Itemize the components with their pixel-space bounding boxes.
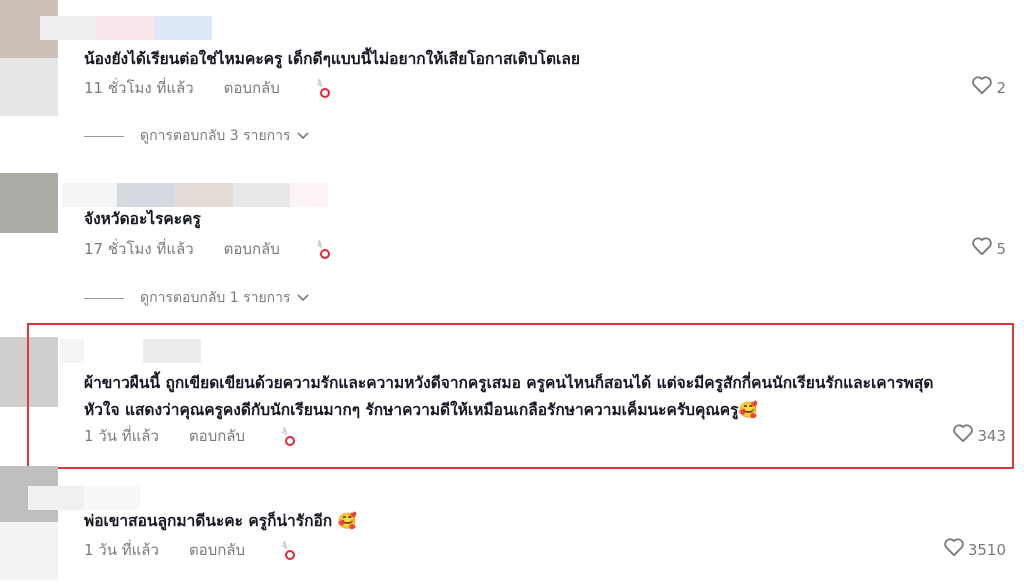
reaction-icon[interactable] <box>314 77 330 99</box>
username-blur <box>290 183 328 207</box>
highlight-box <box>27 323 1014 469</box>
comment-text: จังหวัดอะไรคะครู <box>84 210 201 228</box>
comment-text: น้องยังได้เรียนต่อใช่ไหมคะครู เด็กดีๆแบบ… <box>84 50 580 68</box>
comment-time: 17 ชั่วโมง ที่แล้ว <box>84 240 194 258</box>
username-blur <box>95 16 155 40</box>
comment-meta: 11 ชั่วโมง ที่แล้ว ตอบกลับ <box>84 76 330 100</box>
like-button[interactable]: 2 <box>971 75 1006 102</box>
like-button[interactable]: 5 <box>971 236 1006 263</box>
comment-time: 11 ชั่วโมง ที่แล้ว <box>84 79 194 97</box>
username-blur <box>84 486 140 510</box>
like-button[interactable]: 3510 <box>943 537 1006 564</box>
avatar-lower <box>0 58 58 116</box>
comment-text: พ่อเขาสอนลูกมาดีนะคะ ครูก็น่ารักอีก <box>84 512 333 530</box>
view-replies-button[interactable]: ดูการตอบกลับ 1 รายการ <box>84 287 309 309</box>
like-count: 3510 <box>967 541 1006 559</box>
reaction-icon[interactable] <box>279 539 296 561</box>
heart-icon <box>971 236 993 263</box>
reply-button[interactable]: ตอบกลับ <box>224 237 280 261</box>
comment-text-wrap: พ่อเขาสอนลูกมาดีนะคะ ครูก็น่ารักอีก 🥰 <box>84 508 357 535</box>
heart-icon <box>971 75 993 102</box>
avatar[interactable] <box>0 173 58 233</box>
heart-icon <box>943 537 965 564</box>
divider-line <box>84 297 124 299</box>
reaction-icon[interactable] <box>314 238 330 260</box>
view-replies-label: ดูการตอบกลับ 3 รายการ <box>140 128 291 144</box>
reply-button[interactable]: ตอบกลับ <box>189 538 245 562</box>
username-blur <box>155 16 212 40</box>
comment-time: 1 วัน ที่แล้ว <box>84 541 159 559</box>
comment-meta: 17 ชั่วโมง ที่แล้ว ตอบกลับ <box>84 237 330 261</box>
username-blur[interactable] <box>62 183 117 207</box>
view-replies-button[interactable]: ดูการตอบกลับ 3 รายการ <box>84 125 309 147</box>
username-blur <box>175 183 233 207</box>
chevron-down-icon <box>296 290 309 306</box>
comment-meta: 1 วัน ที่แล้ว ตอบกลับ <box>84 538 296 562</box>
username-blur <box>117 183 175 207</box>
like-count: 5 <box>996 240 1006 258</box>
chevron-down-icon <box>296 128 309 144</box>
view-replies-label: ดูการตอบกลับ 1 รายการ <box>140 290 291 306</box>
username-blur <box>233 183 290 207</box>
emoji: 🥰 <box>337 512 357 530</box>
like-count: 2 <box>996 79 1006 97</box>
reply-button[interactable]: ตอบกลับ <box>224 76 280 100</box>
username-blur[interactable] <box>40 16 95 40</box>
avatar-lower <box>0 522 58 580</box>
username-blur[interactable] <box>28 486 84 510</box>
divider-line <box>84 135 124 137</box>
